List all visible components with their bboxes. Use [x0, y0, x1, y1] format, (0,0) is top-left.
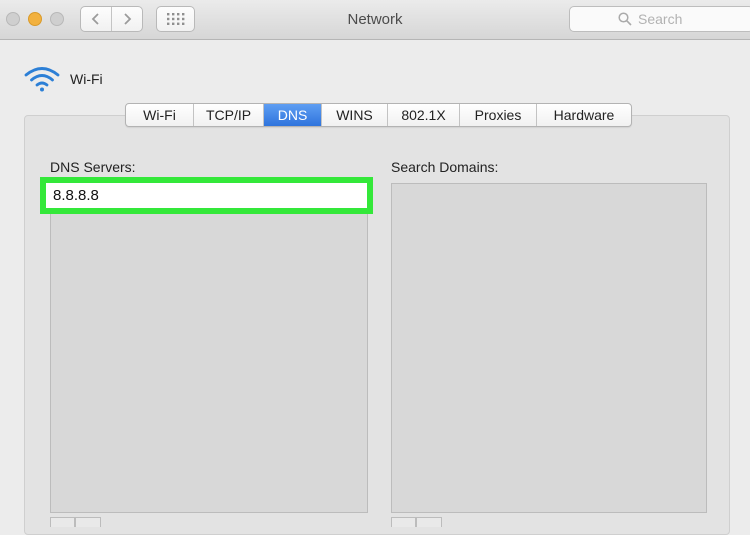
tab-hardware[interactable]: Hardware — [536, 104, 631, 126]
title-bar: Network Search — [0, 0, 750, 40]
wifi-icon — [24, 67, 60, 92]
search-input[interactable]: Search — [569, 6, 750, 32]
interface-name: Wi-Fi — [70, 71, 103, 87]
dns-servers-label: DNS Servers: — [50, 159, 136, 175]
tab-bar: Wi-Fi TCP/IP DNS WINS 802.1X Proxies Har… — [125, 103, 632, 127]
remove-search-domain-button[interactable] — [416, 517, 442, 527]
tab-tcpip[interactable]: TCP/IP — [193, 104, 263, 126]
search-placeholder: Search — [638, 11, 683, 27]
dns-server-entry[interactable]: 8.8.8.8 — [46, 183, 367, 208]
dns-server-entry-highlight: 8.8.8.8 — [40, 177, 373, 214]
remove-dns-server-button[interactable] — [75, 517, 101, 527]
tab-8021x[interactable]: 802.1X — [387, 104, 459, 126]
tab-wifi[interactable]: Wi-Fi — [126, 104, 193, 126]
search-icon — [618, 12, 632, 26]
tab-proxies[interactable]: Proxies — [459, 104, 536, 126]
search-domains-list[interactable] — [391, 183, 707, 513]
tab-dns[interactable]: DNS — [263, 104, 321, 126]
add-dns-server-button[interactable] — [50, 517, 75, 527]
add-search-domain-button[interactable] — [391, 517, 416, 527]
tab-wins[interactable]: WINS — [321, 104, 387, 126]
dns-servers-list[interactable] — [50, 183, 368, 513]
search-domains-label: Search Domains: — [391, 159, 499, 175]
interface-header: Wi-Fi — [24, 64, 103, 94]
